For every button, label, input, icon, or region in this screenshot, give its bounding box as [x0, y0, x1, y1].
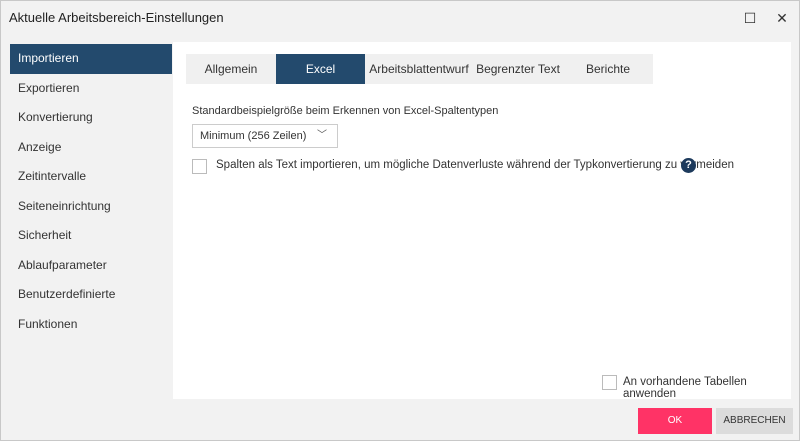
- sidebar-item-ablaufparameter[interactable]: Ablaufparameter: [10, 251, 172, 281]
- close-icon[interactable]: ✕: [773, 9, 791, 27]
- tab-arbeitsblattentwurf[interactable]: Arbeitsblattentwurf: [365, 54, 473, 84]
- tab-excel[interactable]: Excel: [276, 54, 365, 84]
- apply-existing-label: An vorhandene Tabellen anwenden: [623, 376, 747, 400]
- content-panel: Allgemein Excel Arbeitsblattentwurf Begr…: [173, 42, 791, 400]
- sample-size-dropdown[interactable]: Minimum (256 Zeilen) ﹀: [192, 124, 338, 148]
- sidebar-item-exportieren[interactable]: Exportieren: [10, 74, 172, 104]
- tab-berichte[interactable]: Berichte: [563, 54, 653, 84]
- settings-dialog: Aktuelle Arbeitsbereich-Einstellungen ☐ …: [0, 0, 800, 441]
- sidebar-item-importieren[interactable]: Importieren: [10, 44, 172, 74]
- sidebar-item-sicherheit[interactable]: Sicherheit: [10, 221, 172, 251]
- sidebar-item-seiteneinrichtung[interactable]: Seiteneinrichtung: [10, 192, 172, 222]
- help-icon[interactable]: ?: [681, 158, 696, 173]
- sidebar-item-benutzerdefinierte-funktionen[interactable]: Benutzerdefinierte Funktionen: [10, 280, 172, 331]
- tab-begrenzter-text[interactable]: Begrenzter Text: [473, 54, 563, 84]
- sidebar: Importieren Exportieren Konvertierung An…: [10, 44, 172, 331]
- sample-size-value: Minimum (256 Zeilen): [200, 130, 307, 142]
- chevron-down-icon: ﹀: [317, 130, 327, 141]
- maximize-icon[interactable]: ☐: [741, 9, 759, 27]
- sidebar-item-zeitintervalle[interactable]: Zeitintervalle: [10, 162, 172, 192]
- dialog-title: Aktuelle Arbeitsbereich-Einstellungen: [9, 10, 224, 25]
- sidebar-item-anzeige[interactable]: Anzeige: [10, 133, 172, 163]
- tab-bar: Allgemein Excel Arbeitsblattentwurf Begr…: [186, 54, 653, 84]
- ok-button[interactable]: OK: [638, 408, 712, 434]
- text-import-label: Spalten als Text importieren, um möglich…: [216, 159, 734, 171]
- apply-existing-checkbox[interactable]: [602, 375, 617, 390]
- text-import-checkbox[interactable]: [192, 159, 207, 174]
- cancel-button[interactable]: ABBRECHEN: [716, 408, 793, 434]
- sidebar-item-konvertierung[interactable]: Konvertierung: [10, 103, 172, 133]
- tab-allgemein[interactable]: Allgemein: [186, 54, 276, 84]
- sample-size-label: Standardbeispielgröße beim Erkennen von …: [192, 105, 499, 117]
